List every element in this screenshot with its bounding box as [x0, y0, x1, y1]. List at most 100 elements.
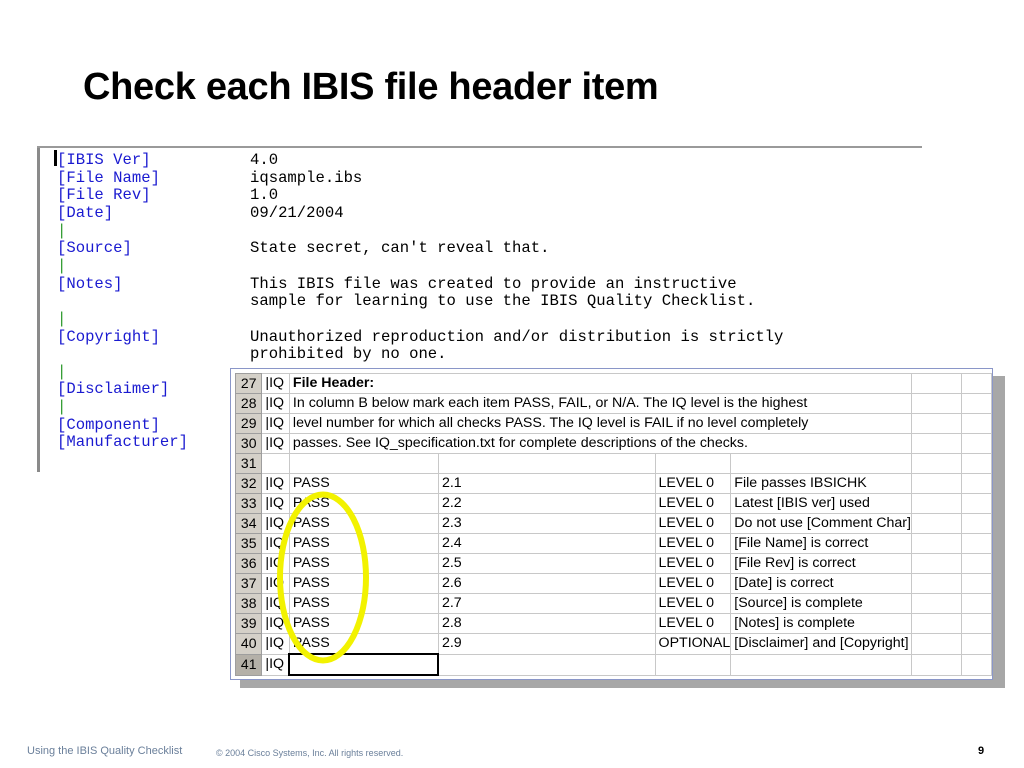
cell-empty[interactable] [960, 413, 992, 434]
cell-marker[interactable]: |IQ [261, 473, 290, 494]
cell-marker[interactable]: |IQ [261, 633, 290, 655]
instruction-cell[interactable]: level number for which all checks PASS. … [288, 413, 912, 434]
cell-empty[interactable] [910, 613, 962, 634]
cell-result[interactable]: PASS [288, 593, 439, 614]
cell-empty[interactable] [960, 493, 992, 514]
cell-result[interactable]: PASS [288, 533, 439, 554]
cell-level[interactable]: LEVEL 0 [654, 513, 732, 534]
cell-result[interactable]: PASS [288, 573, 439, 594]
editor-line: [File Name] iqsample.ibs [57, 169, 362, 187]
active-cell[interactable] [288, 653, 440, 676]
cell-empty[interactable] [910, 633, 962, 655]
cell-level[interactable] [654, 453, 732, 474]
cell-check-id[interactable] [437, 453, 656, 474]
cell-empty[interactable] [960, 553, 992, 574]
cell-empty[interactable] [960, 613, 992, 634]
cell-marker[interactable]: |IQ [261, 553, 290, 574]
cell-check-id[interactable] [437, 653, 656, 676]
cell-result[interactable] [288, 453, 439, 474]
cell-empty[interactable] [960, 433, 992, 454]
cell-result[interactable]: PASS [288, 553, 439, 574]
slide-title: Check each IBIS file header item [83, 66, 659, 108]
cell-marker[interactable]: |IQ [261, 433, 290, 454]
cell-empty[interactable] [910, 513, 962, 534]
cell-check-id[interactable]: 2.3 [437, 513, 656, 534]
cell-empty[interactable] [960, 393, 992, 414]
cell-empty[interactable] [960, 633, 992, 655]
cell-marker[interactable]: |IQ [261, 493, 290, 514]
editor-line: | [57, 398, 66, 416]
cell-level[interactable]: LEVEL 0 [654, 613, 732, 634]
cell-description[interactable]: Latest [IBIS ver] used [730, 493, 912, 514]
page-number: 9 [978, 745, 985, 757]
cell-check-id[interactable]: 2.2 [437, 493, 656, 514]
cell-result[interactable]: PASS [288, 513, 439, 534]
cell-empty[interactable] [910, 433, 962, 454]
cell-result[interactable]: PASS [288, 613, 439, 634]
cell-empty[interactable] [960, 473, 992, 494]
cell-empty[interactable] [910, 413, 962, 434]
section-heading-cell[interactable]: File Header: [288, 373, 912, 394]
cell-result[interactable]: PASS [288, 493, 439, 514]
cell-empty[interactable] [960, 533, 992, 554]
editor-line: [Component] [57, 416, 160, 434]
cell-check-id[interactable]: 2.9 [437, 633, 656, 655]
cell-level[interactable]: LEVEL 0 [654, 493, 732, 514]
cell-result[interactable]: PASS [288, 633, 439, 655]
cell-empty[interactable] [910, 373, 962, 394]
cell-check-id[interactable]: 2.7 [437, 593, 656, 614]
cell-empty[interactable] [910, 553, 962, 574]
instruction-cell[interactable]: In column B below mark each item PASS, F… [288, 393, 912, 414]
cell-description[interactable] [730, 653, 912, 676]
cell-check-id[interactable]: 2.1 [437, 473, 656, 494]
sheet-row: 37 |IQ PASS 2.6 LEVEL 0 [Date] is correct [234, 573, 992, 594]
cell-empty[interactable] [910, 573, 962, 594]
cell-description[interactable]: [Date] is correct [730, 573, 912, 594]
cell-empty[interactable] [960, 453, 992, 474]
cell-description[interactable]: [File Rev] is correct [730, 553, 912, 574]
cell-marker[interactable]: |IQ [261, 513, 290, 534]
cell-empty[interactable] [960, 653, 992, 676]
cell-marker[interactable]: |IQ [261, 533, 290, 554]
cell-marker[interactable]: |IQ [261, 413, 290, 434]
cell-empty[interactable] [910, 653, 962, 676]
cell-description[interactable]: [Notes] is complete [730, 613, 912, 634]
cell-level[interactable]: LEVEL 0 [654, 593, 732, 614]
cell-empty[interactable] [910, 533, 962, 554]
cell-level[interactable] [654, 653, 732, 676]
cell-marker[interactable] [261, 453, 290, 474]
cell-check-id[interactable]: 2.4 [437, 533, 656, 554]
cell-description[interactable]: [Disclaimer] and [Copyright] [730, 633, 912, 655]
sheet-row: 28 |IQ In column B below mark each item PA… [234, 393, 992, 414]
cell-empty[interactable] [910, 453, 962, 474]
cell-empty[interactable] [960, 573, 992, 594]
cell-marker[interactable]: |IQ [261, 593, 290, 614]
cell-level[interactable]: LEVEL 0 [654, 553, 732, 574]
cell-marker[interactable]: |IQ [261, 393, 290, 414]
cell-level[interactable]: LEVEL 0 [654, 533, 732, 554]
cell-empty[interactable] [910, 593, 962, 614]
cell-result[interactable]: PASS [288, 473, 439, 494]
cell-check-id[interactable]: 2.5 [437, 553, 656, 574]
cell-empty[interactable] [960, 593, 992, 614]
cell-empty[interactable] [960, 373, 992, 394]
cell-marker[interactable]: |IQ [261, 573, 290, 594]
cell-description[interactable]: [File Name] is correct [730, 533, 912, 554]
cell-description[interactable]: File passes IBSICHK [730, 473, 912, 494]
cell-check-id[interactable]: 2.6 [437, 573, 656, 594]
cell-empty[interactable] [910, 493, 962, 514]
cell-empty[interactable] [910, 393, 962, 414]
cell-level[interactable]: LEVEL 0 [654, 473, 732, 494]
cell-description[interactable] [730, 453, 912, 474]
cell-marker[interactable]: |IQ [261, 613, 290, 634]
cell-description[interactable]: [Source] is complete [730, 593, 912, 614]
cell-empty[interactable] [960, 513, 992, 534]
instruction-cell[interactable]: passes. See IQ_specification.txt for com… [288, 433, 912, 454]
cell-description[interactable]: Do not use [Comment Char] [730, 513, 912, 534]
cell-marker[interactable]: |IQ [261, 653, 290, 676]
cell-check-id[interactable]: 2.8 [437, 613, 656, 634]
cell-marker[interactable]: |IQ [261, 373, 290, 394]
cell-empty[interactable] [910, 473, 962, 494]
cell-level[interactable]: LEVEL 0 [654, 573, 732, 594]
cell-level[interactable]: OPTIONAL [654, 633, 732, 655]
